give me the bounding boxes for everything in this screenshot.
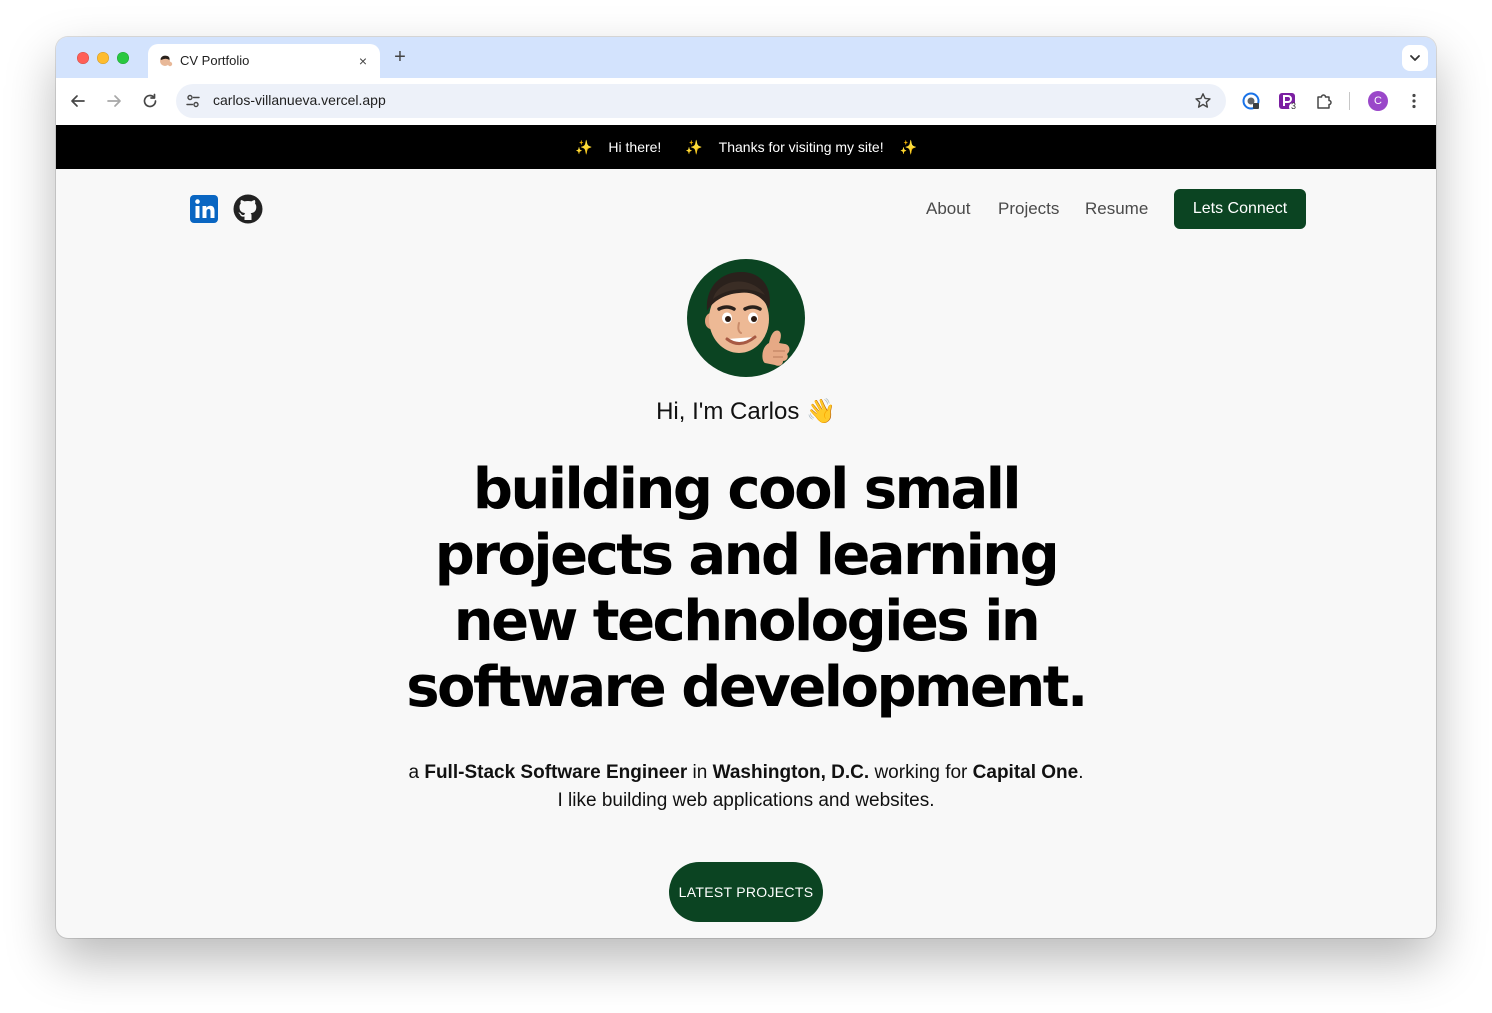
- address-bar[interactable]: carlos-villanueva.vercel.app: [176, 84, 1226, 118]
- headline-line: software development.: [406, 655, 1088, 720]
- linkedin-icon[interactable]: [188, 193, 220, 225]
- extensions-puzzle-icon[interactable]: [1313, 90, 1335, 112]
- bookmark-star-icon[interactable]: [1194, 92, 1212, 110]
- sparkle-icon: ✨: [685, 138, 703, 155]
- announcement-part1: Hi there!: [608, 138, 662, 155]
- tab-search-button[interactable]: [1402, 45, 1428, 71]
- hero-headline: building cool small projects and learnin…: [346, 457, 1146, 721]
- subtitle-line-2: I like building web applications and web…: [557, 790, 935, 811]
- site-settings-icon[interactable]: [185, 93, 201, 109]
- headline-line: projects and learning: [434, 523, 1060, 588]
- minimize-window-button[interactable]: [97, 52, 109, 64]
- latest-projects-button[interactable]: LATEST PROJECTS: [669, 862, 823, 922]
- profile-avatar[interactable]: C: [1368, 91, 1388, 111]
- url-text[interactable]: carlos-villanueva.vercel.app: [213, 92, 386, 108]
- browser-toolbar: carlos-villanueva.vercel.app 3 C: [56, 78, 1436, 126]
- lets-connect-button[interactable]: Lets Connect: [1174, 189, 1306, 229]
- nav-link-resume[interactable]: Resume: [1085, 199, 1148, 219]
- announcement-bar: ✨ Hi there! ✨ Thanks for visiting my sit…: [56, 125, 1436, 169]
- hero-subtitle: a Full-Stack Software Engineer in Washin…: [56, 759, 1436, 815]
- browser-window: CV Portfolio × + carlos-villanueva.verce…: [56, 37, 1436, 938]
- arrow-left-icon: [71, 95, 85, 107]
- tab-cv-portfolio[interactable]: CV Portfolio ×: [148, 44, 380, 78]
- chevron-down-icon: [1410, 55, 1420, 61]
- memoji-favicon-icon: [160, 55, 173, 67]
- announcement-thanks: ✨ Thanks for visiting my site! ✨: [679, 139, 923, 156]
- headline-line: new technologies in: [453, 589, 1041, 654]
- memoji-avatar: [687, 259, 805, 377]
- toolbar-separator: [1349, 92, 1350, 110]
- reload-icon: [143, 93, 157, 108]
- tab-title: CV Portfolio: [180, 53, 250, 68]
- arrow-right-icon: [107, 95, 121, 107]
- subtitle-location: Washington, D.C.: [712, 762, 870, 783]
- announcement-part2: Thanks for visiting my site!: [718, 138, 884, 155]
- forward-button[interactable]: [102, 89, 126, 113]
- headline-line: building cool small: [472, 457, 1022, 522]
- extension-badge: 3: [1291, 101, 1297, 111]
- sparkle-icon: ✨: [575, 138, 593, 155]
- close-window-button[interactable]: [77, 52, 89, 64]
- reload-button[interactable]: [138, 89, 162, 113]
- maximize-window-button[interactable]: [117, 52, 129, 64]
- subtitle-company: Capital One: [972, 762, 1079, 783]
- close-tab-icon[interactable]: ×: [354, 52, 372, 70]
- subtitle-text: .: [1078, 762, 1084, 783]
- extension-shield-icon[interactable]: [1240, 90, 1262, 112]
- memoji-icon: [705, 271, 790, 366]
- nav-link-about[interactable]: About: [926, 199, 970, 219]
- github-icon[interactable]: [232, 193, 264, 225]
- tab-strip: CV Portfolio × +: [56, 37, 1436, 78]
- browser-menu-icon[interactable]: [1403, 90, 1425, 112]
- subtitle-text: in: [687, 762, 713, 783]
- subtitle-role: Full-Stack Software Engineer: [424, 762, 688, 783]
- nav-link-projects[interactable]: Projects: [998, 199, 1059, 219]
- announcement-greeting: ✨ Hi there!: [569, 139, 667, 156]
- back-button[interactable]: [66, 89, 90, 113]
- new-tab-button[interactable]: +: [390, 47, 410, 67]
- hero-greeting: Hi, I'm Carlos 👋: [656, 398, 836, 425]
- sparkle-icon: ✨: [899, 138, 917, 155]
- subtitle-line-1: a Full-Stack Software Engineer in Washin…: [56, 759, 1436, 787]
- extension-p-icon[interactable]: 3: [1276, 90, 1298, 112]
- subtitle-text: a: [408, 762, 425, 783]
- subtitle-text: working for: [869, 762, 973, 783]
